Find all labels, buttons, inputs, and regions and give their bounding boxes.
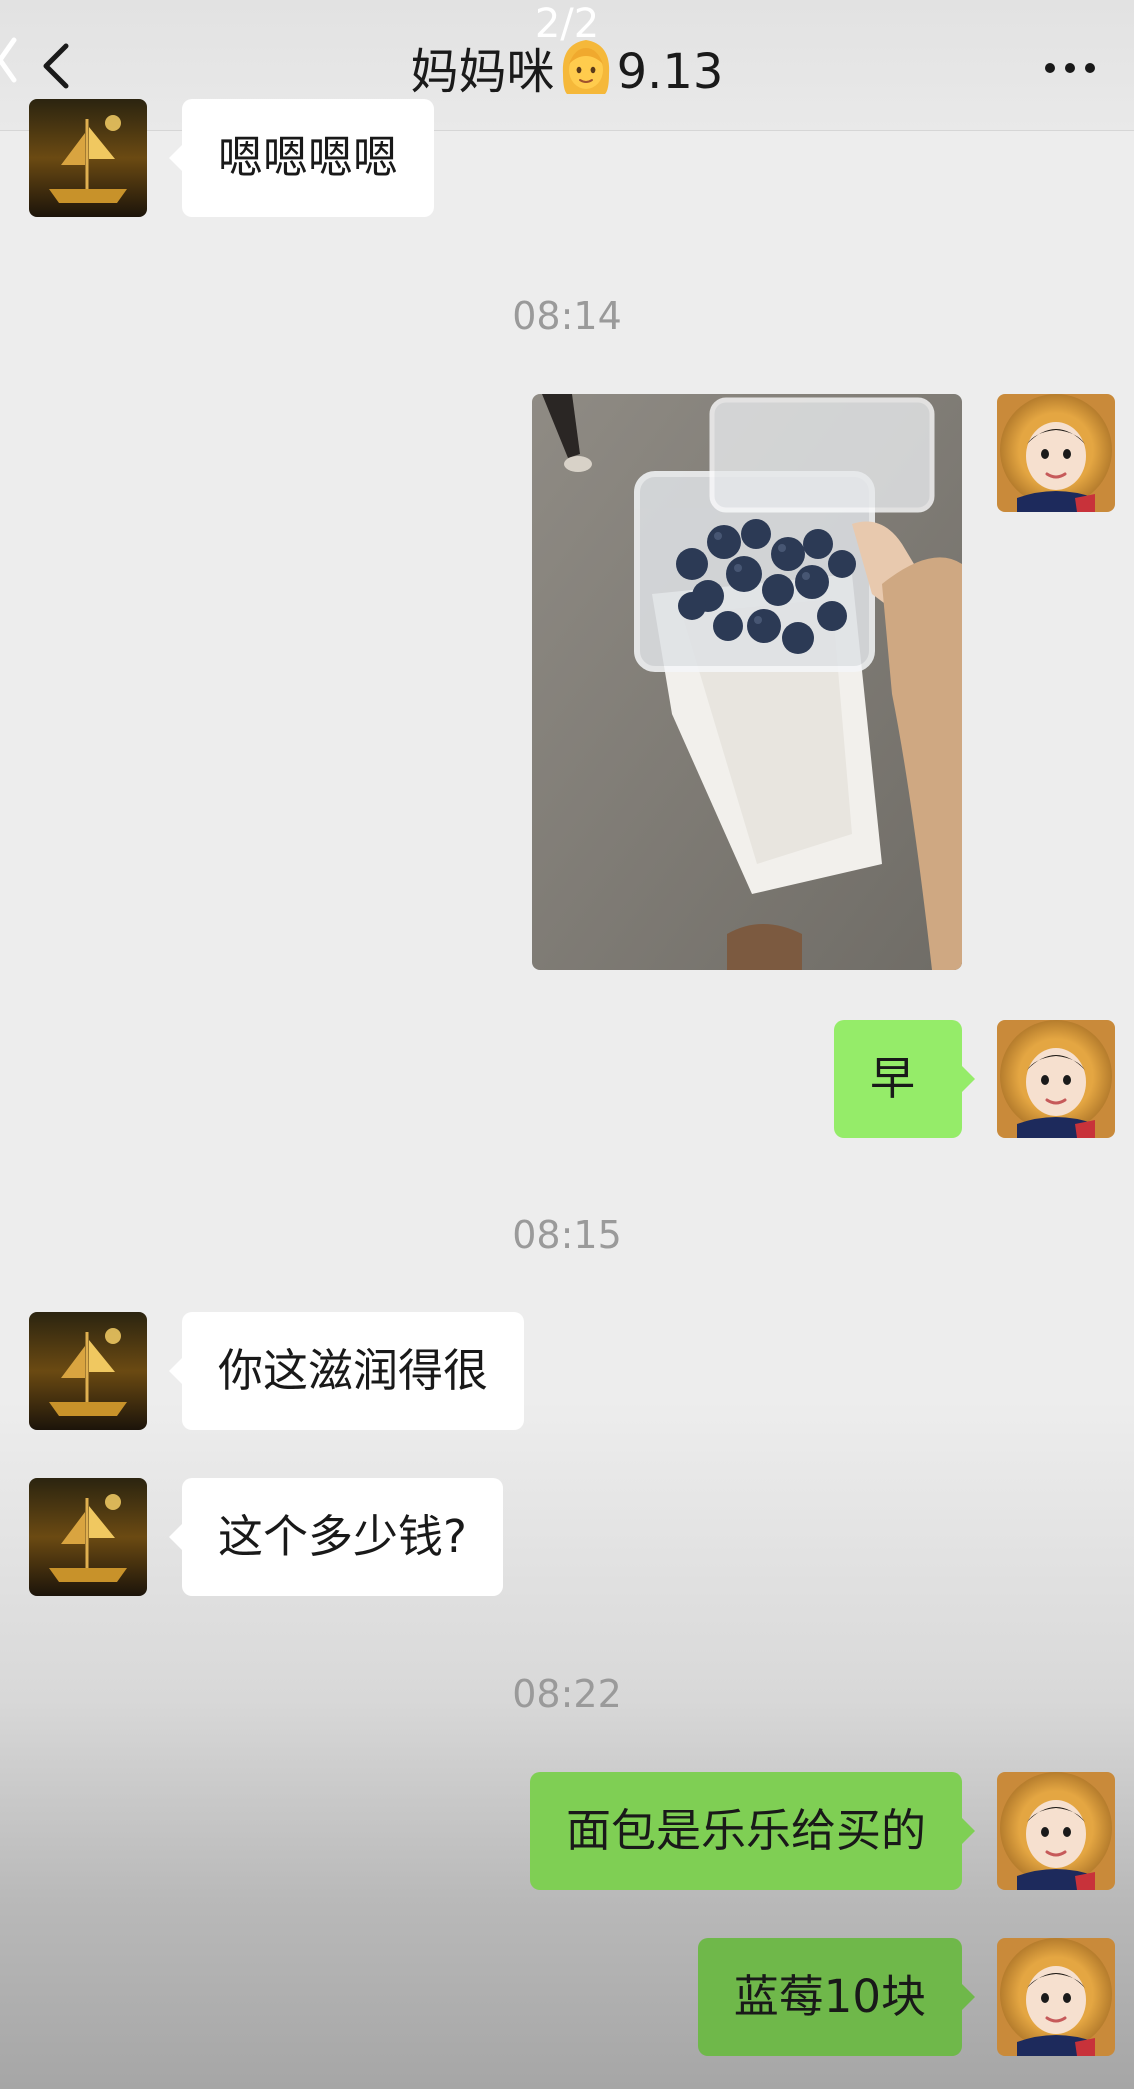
message-bubble-incoming[interactable]: 这个多少钱?: [169, 1478, 503, 1596]
message-bubble-incoming[interactable]: 嗯嗯嗯嗯: [168, 99, 435, 217]
more-options-button[interactable]: [1040, 50, 1100, 86]
timestamp: 08:22: [512, 1672, 622, 1716]
message-bubble-outgoing[interactable]: 面包是乐乐给买的: [529, 1772, 976, 1890]
child-avatar-image: [997, 1020, 1115, 1138]
image-message[interactable]: [532, 394, 962, 970]
woman-emoji-icon: [562, 40, 609, 94]
message-text: 嗯嗯嗯嗯: [218, 131, 399, 184]
child-avatar-image: [997, 1938, 1115, 2056]
user-avatar[interactable]: [997, 1938, 1115, 2056]
message-text: 这个多少钱?: [218, 1510, 467, 1563]
chat-header: 2/2 妈妈咪 9.13: [0, 0, 1134, 131]
contact-avatar[interactable]: [29, 1478, 147, 1596]
message-bubble-incoming[interactable]: 你这滋润得很: [168, 1312, 525, 1430]
message-bubble-outgoing[interactable]: 早: [834, 1020, 975, 1138]
message-text: 你这滋润得很: [218, 1344, 489, 1397]
message-text: 早: [870, 1052, 916, 1105]
contact-avatar[interactable]: [29, 1312, 147, 1430]
ship-avatar-image: [29, 99, 147, 217]
ship-avatar-image: [29, 1478, 147, 1596]
message-text: 蓝莓10块: [733, 1970, 926, 2023]
ellipsis-icon: [1045, 63, 1095, 73]
title-suffix: 9.13: [616, 44, 724, 100]
timestamp: 08:14: [512, 294, 622, 338]
child-avatar-image: [997, 1772, 1115, 1890]
user-avatar[interactable]: [997, 394, 1115, 512]
user-avatar[interactable]: [997, 1772, 1115, 1890]
title-prefix: 妈妈咪: [410, 44, 555, 100]
message-bubble-outgoing[interactable]: 蓝莓10块: [697, 1938, 976, 2056]
user-avatar[interactable]: [997, 1020, 1115, 1138]
child-avatar-image: [997, 394, 1115, 512]
contact-avatar[interactable]: [29, 99, 147, 217]
message-text: 面包是乐乐给买的: [565, 1804, 926, 1857]
chat-title: 妈妈咪 9.13: [0, 34, 1134, 105]
ship-avatar-image: [29, 1312, 147, 1430]
blueberries-photo: [532, 394, 962, 970]
timestamp: 08:15: [512, 1213, 622, 1257]
